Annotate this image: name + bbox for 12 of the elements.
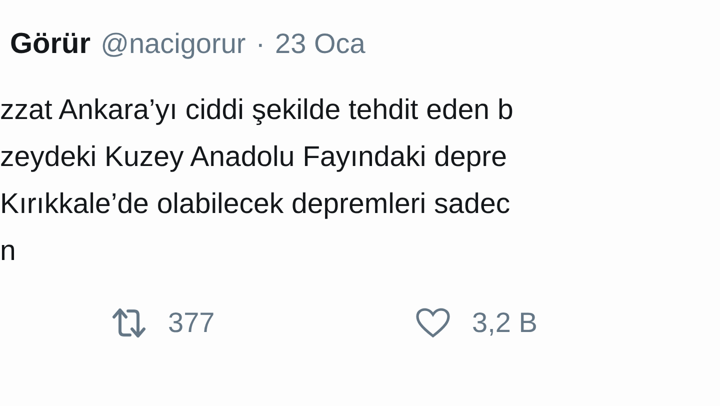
tweet-text-line: Kırıkkale’de olabilecek depremleri sadec bbox=[0, 187, 512, 222]
heart-icon[interactable] bbox=[416, 308, 450, 338]
retweet-icon[interactable] bbox=[112, 307, 146, 339]
tweet-date[interactable]: 23 Oca bbox=[275, 28, 366, 60]
author-handle[interactable]: @nacigorur bbox=[100, 28, 246, 60]
retweet-count: 377 bbox=[168, 307, 215, 339]
tweet-text-line: zeydeki Kuzey Anadolu Fayındaki depre bbox=[0, 140, 508, 175]
separator-dot: · bbox=[256, 28, 266, 60]
tweet-text-line: zzat Ankara’yı ciddi şekilde tehdit eden b bbox=[0, 93, 514, 128]
author-name[interactable]: Görür bbox=[10, 28, 91, 61]
tweet-text-line: n bbox=[0, 234, 17, 269]
like-count: 3,2 B bbox=[472, 307, 538, 339]
